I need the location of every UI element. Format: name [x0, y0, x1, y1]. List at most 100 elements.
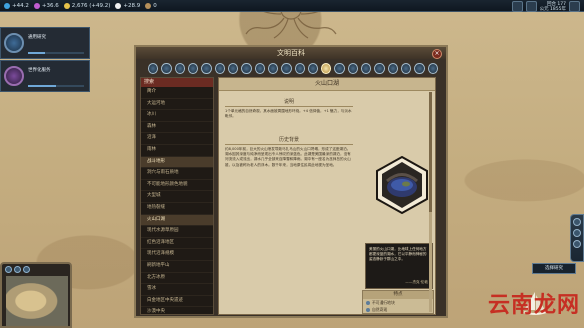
culture-yield[interactable]: +36.6 [33, 2, 59, 9]
civic-title: 世界化服务 [28, 68, 51, 73]
settings-icon[interactable] [569, 1, 580, 12]
gold-value: 2,676 (+49.2) [71, 2, 111, 9]
gold-icon [63, 2, 70, 9]
content-scrollbar[interactable] [429, 92, 432, 312]
governor-icon[interactable] [374, 62, 385, 74]
traits-heading: 特点 [363, 291, 433, 299]
sidebar-item[interactable]: 刷新地平山 [141, 261, 213, 273]
sidebar-item[interactable]: 沼泽 [141, 133, 213, 145]
promotion-icon[interactable] [241, 62, 252, 74]
civic-panel[interactable]: 世界化服务 [0, 60, 90, 92]
minimap[interactable] [0, 262, 72, 328]
sidebar-item[interactable]: 火山口湖 [141, 214, 213, 227]
history-text: 约8,000年前，巨大的火山喷发导致马扎马山的火山口坍塌，形成了这座湖泊。湖水因… [225, 147, 351, 167]
building-icon[interactable] [201, 62, 212, 74]
great-person-icon[interactable] [254, 62, 265, 74]
climate-icon[interactable] [414, 62, 425, 74]
topbar-right-cluster: 回合 177 公元 1855年 [511, 1, 580, 12]
research-panel[interactable]: 通用研究 [0, 27, 90, 59]
minimap-terrain[interactable] [6, 276, 68, 326]
article-content: 火山口湖 说明 1个单元格的自然奇观，其水面被周围地形环绕。+4 信仰值，+1 … [218, 77, 436, 315]
civic-progress-bar [28, 85, 84, 87]
traits-box: 特点 不可通行地块 自然奇观 [362, 290, 434, 314]
notification-icon[interactable] [573, 240, 581, 248]
divider [225, 144, 353, 145]
gold-yield[interactable]: 2,676 (+49.2) [63, 2, 111, 9]
faith-icon [115, 2, 122, 9]
tech-icon[interactable] [267, 62, 279, 74]
sidebar-item[interactable]: 森林 [141, 122, 213, 134]
government-icon[interactable] [294, 62, 305, 74]
trait-row: 自然奇观 [363, 306, 433, 313]
civ-icon[interactable] [161, 62, 172, 74]
trait-row: 不可通行地块 [363, 299, 433, 306]
description-text: 1个单元格的自然奇观，其水面被周围地形环绕。+4 信仰值，+1 魅力，与淡水毗邻… [225, 109, 352, 119]
history-heading: 历史背景 [278, 137, 299, 143]
map-pin-icon[interactable] [14, 266, 21, 273]
sidebar-item[interactable]: 洞穴与雨石质地 [141, 168, 213, 180]
religion-icon[interactable] [307, 62, 319, 74]
culture-icon [33, 2, 40, 9]
trait-icon [366, 301, 370, 305]
article-title: 火山口湖 [219, 78, 435, 91]
civilopedia-title: 文明百科 [136, 47, 446, 59]
tourism-icon [145, 2, 152, 9]
sidebar-search-header[interactable]: 搜索 [141, 78, 213, 87]
sidebar-item[interactable]: 现代沼泽规模 [141, 249, 213, 261]
unit-list-icon[interactable] [573, 218, 581, 226]
city-list-icon[interactable] [573, 229, 581, 237]
sidebar-item[interactable]: 不可能地形颜色地貌 [141, 180, 213, 192]
culture-value: +36.6 [41, 2, 59, 9]
world-congress-icon[interactable] [401, 62, 412, 74]
sidebar-item[interactable]: 大运河地 [141, 99, 213, 111]
faith-yield[interactable]: +28.9 [115, 2, 141, 9]
route-icon[interactable] [361, 62, 372, 74]
sidebar-item[interactable]: 地热裂缝 [141, 203, 213, 215]
trait-label: 不可通行地块 [372, 300, 395, 305]
scrollbar-thumb[interactable] [429, 92, 432, 212]
sidebar-item[interactable]: 沙漠中央 [141, 307, 213, 314]
sidebar-item[interactable]: 战斗地形 [141, 156, 213, 169]
quote-text: 美丽的火山口湖，比地球上任何地方都更深蓝的湖水，它以平静而神秘的姿态静卧于群山之… [369, 247, 427, 261]
science-value: +44.2 [12, 2, 29, 9]
strategic-view-icon[interactable] [23, 266, 30, 273]
lens-icon[interactable] [5, 266, 12, 273]
faith-value: +28.9 [123, 2, 141, 9]
research-progress-bar [28, 52, 84, 54]
sidebar-item[interactable]: 北方冰原 [141, 273, 213, 285]
report-icon[interactable] [511, 1, 523, 12]
research-title: 通用研究 [28, 35, 46, 40]
home-icon[interactable] [148, 62, 159, 74]
concept-icon[interactable] [427, 62, 438, 74]
tourism-yield[interactable]: 0 [145, 2, 157, 9]
sidebar-item[interactable]: 雪冰 [141, 284, 213, 296]
next-turn-button[interactable]: 选择研究 [532, 263, 576, 274]
sidebar-item[interactable]: 现代水源草原园 [141, 226, 213, 238]
menu-icon[interactable] [525, 1, 537, 12]
sidebar-item[interactable]: 白金地区中央遗迹 [141, 296, 213, 308]
sidebar-item[interactable]: 冰川 [141, 110, 213, 122]
sidebar-item[interactable]: 大型城 [141, 191, 213, 203]
trait-icon [366, 308, 370, 312]
tourism-value: 0 [153, 2, 157, 9]
resource-icon[interactable] [334, 62, 345, 74]
terrain-icon[interactable] [321, 62, 332, 74]
category-bar [148, 61, 438, 75]
improvement-icon[interactable] [347, 62, 359, 74]
sidebar-item[interactable]: 简介 [141, 87, 213, 99]
civilopedia-window: 文明百科 × 搜索 简介 大运河地 冰川 森林 沼泽 雨林 战斗地形 洞穴与雨石质地 不可能地形… [134, 45, 448, 318]
science-yield[interactable]: +44.2 [4, 2, 29, 9]
city-state-icon[interactable] [174, 62, 185, 74]
wonder-icon[interactable] [214, 62, 225, 74]
science-icon [4, 2, 10, 9]
civic-icon[interactable] [281, 62, 292, 74]
description-heading: 说明 [283, 99, 294, 105]
close-button[interactable]: × [432, 49, 442, 59]
sidebar-item[interactable]: 雨林 [141, 145, 213, 157]
sidebar-item[interactable]: 红色沼泽地区 [141, 238, 213, 250]
historic-moment-icon[interactable] [387, 62, 398, 74]
minimap-toolbar [5, 266, 30, 273]
district-icon[interactable] [188, 62, 199, 74]
top-yield-bar: +44.2 +36.6 2,676 (+49.2) +28.9 0 回合 177… [0, 0, 584, 12]
unit-icon[interactable] [227, 62, 239, 74]
